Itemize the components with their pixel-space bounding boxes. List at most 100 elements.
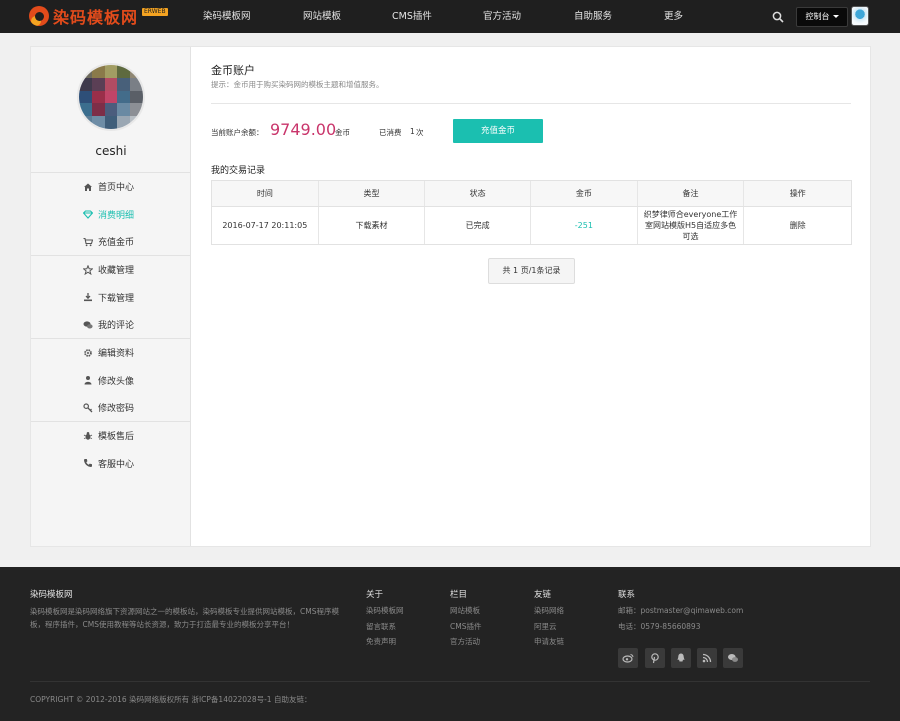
diamond-icon	[83, 209, 93, 220]
balance-value: 9749.00	[270, 120, 337, 139]
nav-cms-plugins[interactable]: CMS插件	[392, 0, 432, 33]
sidebar-item[interactable]: 充值金币	[31, 228, 191, 256]
cell-coins: -251	[531, 207, 638, 244]
sidebar-item[interactable]: 修改密码	[31, 394, 191, 422]
spent-label: 已消费	[379, 128, 402, 137]
sidebar-item-label: 首页中心	[98, 183, 135, 194]
top-navbar: 染码模板网 ERWEB 染码模板网 网站模板 CMS插件 官方活动 自助服务 更…	[0, 0, 900, 33]
logo-icon	[29, 6, 49, 26]
spent-unit: 次	[416, 128, 424, 137]
user-avatar	[77, 63, 145, 131]
sidebar-menu-group: 首页中心消费明细充值金币	[31, 172, 191, 256]
nav-templates[interactable]: 网站模板	[303, 0, 341, 33]
user-icon	[83, 375, 93, 385]
user-sidebar: ceshi 首页中心消费明细充值金币收藏管理下载管理我的评论编辑资料修改头像修改…	[31, 47, 191, 546]
sidebar-item-label: 我的评论	[98, 321, 135, 332]
download-icon	[83, 292, 93, 302]
sidebar-item[interactable]: 修改头像	[31, 367, 191, 395]
table-row: 2016-07-17 20:11:05 下载素材 已完成 -251 织梦律师合e…	[212, 207, 851, 244]
column-header: 状态	[425, 181, 532, 206]
sidebar-item[interactable]: 首页中心	[31, 173, 191, 201]
nav-events[interactable]: 官方活动	[483, 0, 521, 33]
sidebar-item-label: 消费明细	[98, 210, 135, 221]
console-label: 控制台	[805, 12, 830, 21]
transactions-table: 时间 类型 状态 金币 备注 操作 2016-07-17 20:11:05 下载…	[211, 180, 852, 245]
column-header: 操作	[789, 189, 806, 198]
comments-icon	[83, 320, 93, 330]
delete-button[interactable]: 删除	[744, 207, 851, 244]
sidebar-item[interactable]: 收藏管理	[31, 256, 191, 284]
table-header: 时间 类型 状态 金币 备注 操作	[212, 181, 851, 207]
console-dropdown-button[interactable]: 控制台	[796, 7, 848, 27]
account-content: 金币账户 提示：金币用于购买染码网的模板主题和增值服务。 当前账户余额： 974…	[211, 47, 852, 546]
footer-link[interactable]: 阿里云	[534, 621, 557, 632]
hint-text: 提示：金币用于购买染码网的模板主题和增值服务。	[211, 80, 384, 89]
sidebar-item-label: 收藏管理	[98, 266, 135, 277]
nav-more[interactable]: 更多	[664, 0, 683, 33]
phone-icon	[83, 458, 93, 468]
footer-link[interactable]: CMS插件	[450, 621, 481, 632]
footer-about-title: 染码模板网	[30, 590, 73, 600]
pagination[interactable]: 共 1 页/1条记录	[488, 258, 575, 284]
nav-home[interactable]: 染码模板网	[203, 0, 251, 33]
user-avatar-small[interactable]	[851, 6, 869, 26]
section-title: 金币账户	[211, 64, 255, 77]
footer-link[interactable]: 申请友链	[534, 636, 564, 647]
footer-phone: 电话：0579-85660893	[618, 622, 701, 631]
site-logo[interactable]: 染码模板网 ERWEB	[29, 6, 168, 27]
rss-icon[interactable]	[697, 648, 717, 668]
sidebar-item-label: 修改密码	[98, 404, 135, 415]
wechat-icon[interactable]	[723, 648, 743, 668]
sidebar-item-label: 模板售后	[98, 432, 135, 443]
search-icon[interactable]	[772, 11, 784, 23]
footer-contact-title: 联系	[618, 590, 636, 600]
weibo-icon[interactable]	[618, 648, 638, 668]
column-header: 时间	[212, 181, 319, 206]
sidebar-menu-group: 收藏管理下载管理我的评论	[31, 255, 191, 339]
recharge-button[interactable]: 充值金币	[453, 119, 543, 143]
sidebar-item-label: 下载管理	[98, 293, 135, 304]
qq-icon[interactable]	[671, 648, 691, 668]
footer-about-text: 染码模板网是染码网络旗下资源网站之一的模板站，染码模板专业提供网站模板，CMS程…	[30, 607, 339, 629]
balance-label: 当前账户余额：	[211, 128, 264, 137]
username: ceshi	[95, 144, 127, 158]
pinterest-icon[interactable]	[645, 648, 665, 668]
footer: 染码模板网 染码模板网是染码网络旗下资源网站之一的模板站，染码模板专业提供网站模…	[0, 567, 900, 721]
column-header: 备注	[638, 181, 745, 206]
footer-link[interactable]: 官方活动	[450, 636, 480, 647]
cell-note: 织梦律师合everyone工作室网站模版H5自适应多色可选	[638, 207, 745, 244]
sidebar-menu-group: 编辑资料修改头像修改密码	[31, 338, 191, 422]
sidebar-item[interactable]: 编辑资料	[31, 339, 191, 367]
cart-icon	[83, 237, 93, 247]
logo-badge: ERWEB	[142, 8, 168, 16]
footer-link[interactable]: 免责声明	[366, 636, 396, 647]
footer-link[interactable]: 染码模板网	[366, 605, 404, 616]
footer-link[interactable]: 网站模板	[450, 605, 480, 616]
footer-link[interactable]: 留言联系	[366, 621, 396, 632]
sidebar-item[interactable]: 下载管理	[31, 284, 191, 312]
bug-icon	[83, 431, 93, 441]
sidebar-item[interactable]: 我的评论	[31, 311, 191, 339]
sidebar-item[interactable]: 模板售后	[31, 422, 191, 450]
cell-time: 2016-07-17 20:11:05	[212, 207, 319, 244]
records-title: 我的交易记录	[211, 166, 266, 176]
spent-count: 1	[410, 127, 415, 136]
home-icon	[83, 182, 93, 192]
footer-col-title: 栏目	[450, 590, 468, 600]
copyright: COPYRIGHT © 2012-2016 染码网络版权所有 浙ICP备1402…	[30, 695, 312, 704]
cell-status: 已完成	[425, 207, 532, 244]
caret-down-icon	[832, 15, 839, 18]
column-header: 金币	[531, 181, 638, 206]
sidebar-item-label: 编辑资料	[98, 349, 135, 360]
sidebar-item[interactable]: 消费明细	[31, 201, 191, 229]
logo-text: 染码模板网	[53, 8, 139, 27]
main-card: ceshi 首页中心 消费明细 充值金币 收藏管理 下载管理 我的评论 编辑资料 修改头像 修改…	[30, 46, 871, 547]
footer-divider	[30, 681, 870, 682]
footer-link[interactable]: 染码网络	[534, 605, 564, 616]
footer-email: 邮箱：postmaster@qimaweb.com	[618, 606, 744, 615]
sidebar-item[interactable]: 客服中心	[31, 450, 191, 478]
balance-row: 当前账户余额： 9749.00 金币 已消费 1 次 充值金币	[211, 119, 851, 143]
footer-col-title: 友链	[534, 590, 552, 600]
sidebar-item-label: 修改头像	[98, 376, 135, 387]
nav-self-service[interactable]: 自助服务	[574, 0, 612, 33]
